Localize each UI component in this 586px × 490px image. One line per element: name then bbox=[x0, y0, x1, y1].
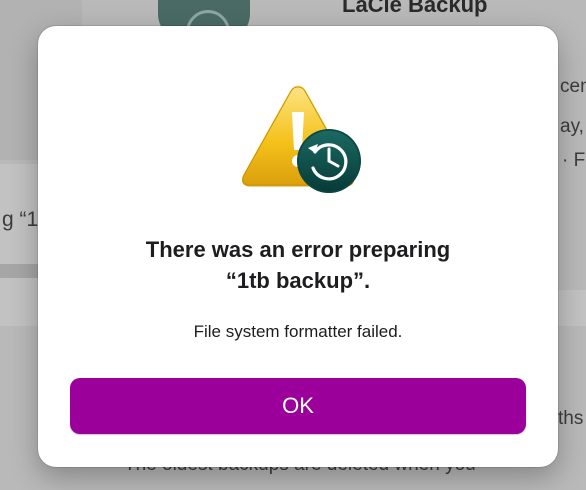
background-window-title: LaCie Backup bbox=[342, 0, 488, 17]
alert-title: There was an error preparing “1tb backup… bbox=[38, 234, 558, 296]
alert-title-line: There was an error preparing bbox=[145, 237, 451, 262]
background-divider bbox=[0, 264, 40, 278]
background-text-fragment: cen bbox=[560, 76, 586, 97]
background-text-fragment: · F bbox=[562, 150, 586, 171]
time-machine-icon bbox=[297, 129, 361, 193]
background-panel bbox=[556, 290, 586, 326]
alert-message: File system formatter failed. bbox=[193, 322, 403, 341]
background-text-fragment: ths bbox=[558, 408, 584, 429]
background-text-fragment: ay, bbox=[560, 116, 584, 137]
background-panel bbox=[0, 278, 40, 326]
ok-button[interactable]: OK bbox=[70, 378, 526, 434]
alert-title-line: “1tb backup”. bbox=[225, 268, 371, 293]
background-text-fragment: g “1 bbox=[2, 208, 39, 231]
warning-icon bbox=[236, 80, 361, 193]
ok-button-label: OK bbox=[282, 393, 314, 418]
alert-dialog: There was an error preparing “1tb backup… bbox=[38, 26, 558, 467]
